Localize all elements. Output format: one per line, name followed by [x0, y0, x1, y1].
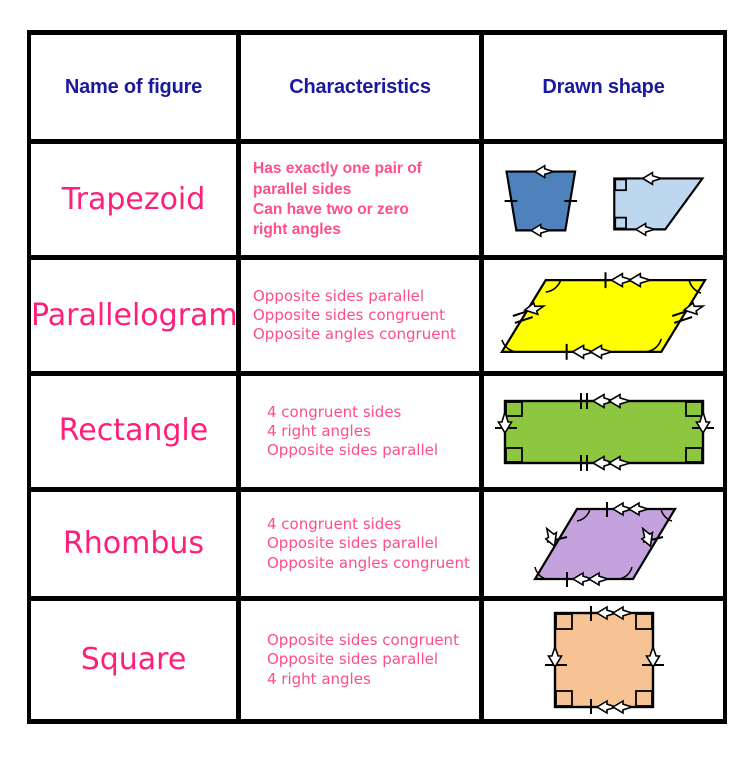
figure-name-cell: Parallelogram — [31, 260, 236, 371]
table-row: Square Opposite sides congruent Opposite… — [27, 601, 727, 720]
characteristic-line: Has exactly one pair of — [253, 160, 422, 178]
drawn-shape-cell — [484, 601, 723, 720]
characteristics-cell: Opposite sides parallel Opposite sides c… — [241, 260, 479, 371]
characteristic-line: Opposite angles congruent — [253, 325, 456, 344]
characteristic-line: Opposite sides parallel — [267, 534, 439, 553]
parallelogram-diagram — [499, 271, 708, 360]
characteristic-line: right angles — [253, 220, 341, 238]
rectangle-diagram — [494, 393, 714, 472]
characteristic-line: Opposite sides parallel — [267, 650, 439, 669]
drawn-shape-cell — [484, 144, 723, 256]
quadrilaterals-table: Name of figure Characteristics Drawn sha… — [27, 30, 727, 724]
figure-name-cell: Trapezoid — [31, 144, 236, 256]
drawn-shape-cell — [484, 491, 723, 597]
figure-name-trapezoid: Trapezoid — [61, 181, 206, 217]
right-trapezoid-shape — [613, 170, 705, 237]
figure-name-cell: Rectangle — [31, 375, 236, 487]
characteristics-list: Opposite sides congruent Opposite sides … — [241, 631, 479, 689]
drawn-shape-cell — [484, 260, 723, 371]
header-cell-characteristics: Characteristics — [241, 35, 479, 140]
figure-name-cell: Square — [31, 601, 236, 720]
table-row: Rectangle 4 congruent sides 4 right angl… — [27, 375, 727, 487]
table-row: Trapezoid Has exactly one pair of parall… — [27, 144, 727, 256]
characteristics-list: Has exactly one pair of parallel sides C… — [241, 159, 479, 240]
header-label-shape: Drawn shape — [542, 75, 665, 98]
characteristic-line: Opposite angles congruent — [267, 553, 470, 572]
rhombus-diagram — [532, 501, 677, 587]
drawn-shape-cell — [484, 375, 723, 487]
characteristic-line: Opposite sides parallel — [253, 286, 425, 305]
characteristic-line: 4 congruent sides — [267, 402, 402, 421]
characteristics-cell: Has exactly one pair of parallel sides C… — [241, 144, 479, 256]
isosceles-trapezoid-shape — [504, 163, 578, 238]
header-cell-name: Name of figure — [31, 35, 236, 140]
trapezoid-diagram — [504, 163, 705, 238]
characteristic-line: 4 congruent sides — [267, 515, 402, 534]
figure-name-cell: Rhombus — [31, 491, 236, 597]
characteristics-cell: Opposite sides congruent Opposite sides … — [241, 601, 479, 720]
characteristics-cell: 4 congruent sides Opposite sides paralle… — [241, 491, 479, 597]
characteristic-line: Opposite sides congruent — [253, 305, 445, 324]
square-diagram — [544, 605, 664, 715]
header-cell-shape: Drawn shape — [484, 35, 723, 140]
table-row: Rhombus 4 congruent sides Opposite sides… — [27, 491, 727, 597]
header-label-characteristics: Characteristics — [289, 75, 431, 98]
table-header-row: Name of figure Characteristics Drawn sha… — [27, 35, 727, 140]
worksheet-page: Name of figure Characteristics Drawn sha… — [0, 0, 755, 761]
characteristic-line: Opposite sides congruent — [267, 631, 459, 650]
characteristics-list: 4 congruent sides Opposite sides paralle… — [241, 515, 479, 573]
characteristics-list: Opposite sides parallel Opposite sides c… — [241, 287, 479, 345]
characteristics-list: 4 congruent sides 4 right angles Opposit… — [241, 403, 479, 461]
characteristic-line: Can have two or zero — [253, 200, 409, 218]
figure-name-rhombus: Rhombus — [62, 525, 205, 561]
characteristic-line: parallel sides — [253, 180, 352, 198]
characteristics-cell: 4 congruent sides 4 right angles Opposit… — [241, 375, 479, 487]
figure-name-rectangle: Rectangle — [58, 413, 209, 449]
header-label-name: Name of figure — [64, 75, 203, 98]
characteristic-line: 4 right angles — [267, 669, 371, 688]
figure-name-square: Square — [80, 642, 187, 678]
characteristic-line: 4 right angles — [267, 421, 371, 440]
characteristic-line: Opposite sides parallel — [267, 440, 439, 459]
table-row: Parallelogram Opposite sides parallel Op… — [27, 260, 727, 371]
figure-name-parallelogram: Parallelogram — [31, 297, 236, 333]
